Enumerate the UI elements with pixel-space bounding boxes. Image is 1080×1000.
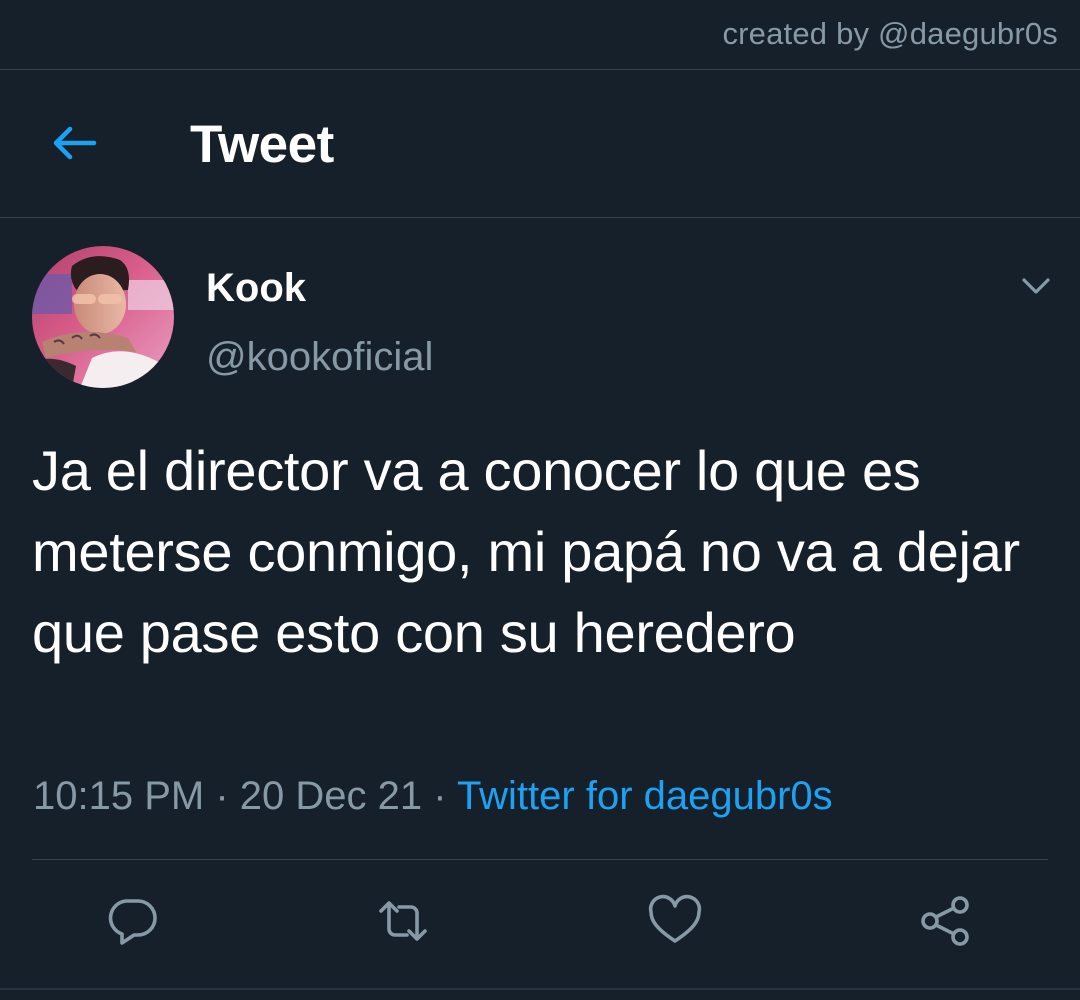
arrow-left-icon: [53, 126, 97, 160]
bottom-divider: [0, 988, 1080, 990]
avatar[interactable]: [32, 246, 174, 388]
tweet-metadata: 10:15 PM · 20 Dec 21 · Twitter for daegu…: [33, 774, 833, 819]
meta-divider: [32, 859, 1048, 860]
watermark-credit: created by @daegubr0s: [722, 16, 1058, 51]
share-button[interactable]: [917, 893, 973, 949]
heart-icon: [648, 894, 702, 943]
display-name[interactable]: Kook: [206, 266, 306, 311]
page-title: Tweet: [190, 115, 334, 174]
retweet-icon: [379, 901, 427, 941]
tweet-time: 10:15 PM: [33, 774, 205, 818]
tweet-date: 20 Dec 21: [239, 774, 423, 818]
header-divider: [0, 217, 1080, 218]
chevron-down-icon: [1022, 278, 1050, 294]
meta-separator: ·: [204, 774, 240, 818]
avatar-image: [32, 246, 174, 388]
header-bar: Tweet: [0, 70, 1080, 217]
reply-icon: [108, 899, 157, 945]
back-button[interactable]: [46, 120, 102, 166]
retweet-button[interactable]: [375, 893, 431, 949]
tweet-menu-button[interactable]: [1018, 268, 1054, 304]
tweet-text: Ja el director va a conocer lo que es me…: [32, 439, 1020, 664]
reply-button[interactable]: [104, 893, 160, 949]
user-handle[interactable]: @kookoficial: [206, 335, 433, 380]
like-button[interactable]: [647, 893, 703, 949]
tweet-source-link[interactable]: Twitter for daegubr0s: [457, 774, 833, 818]
share-icon: [921, 896, 969, 946]
meta-separator: ·: [422, 774, 457, 818]
